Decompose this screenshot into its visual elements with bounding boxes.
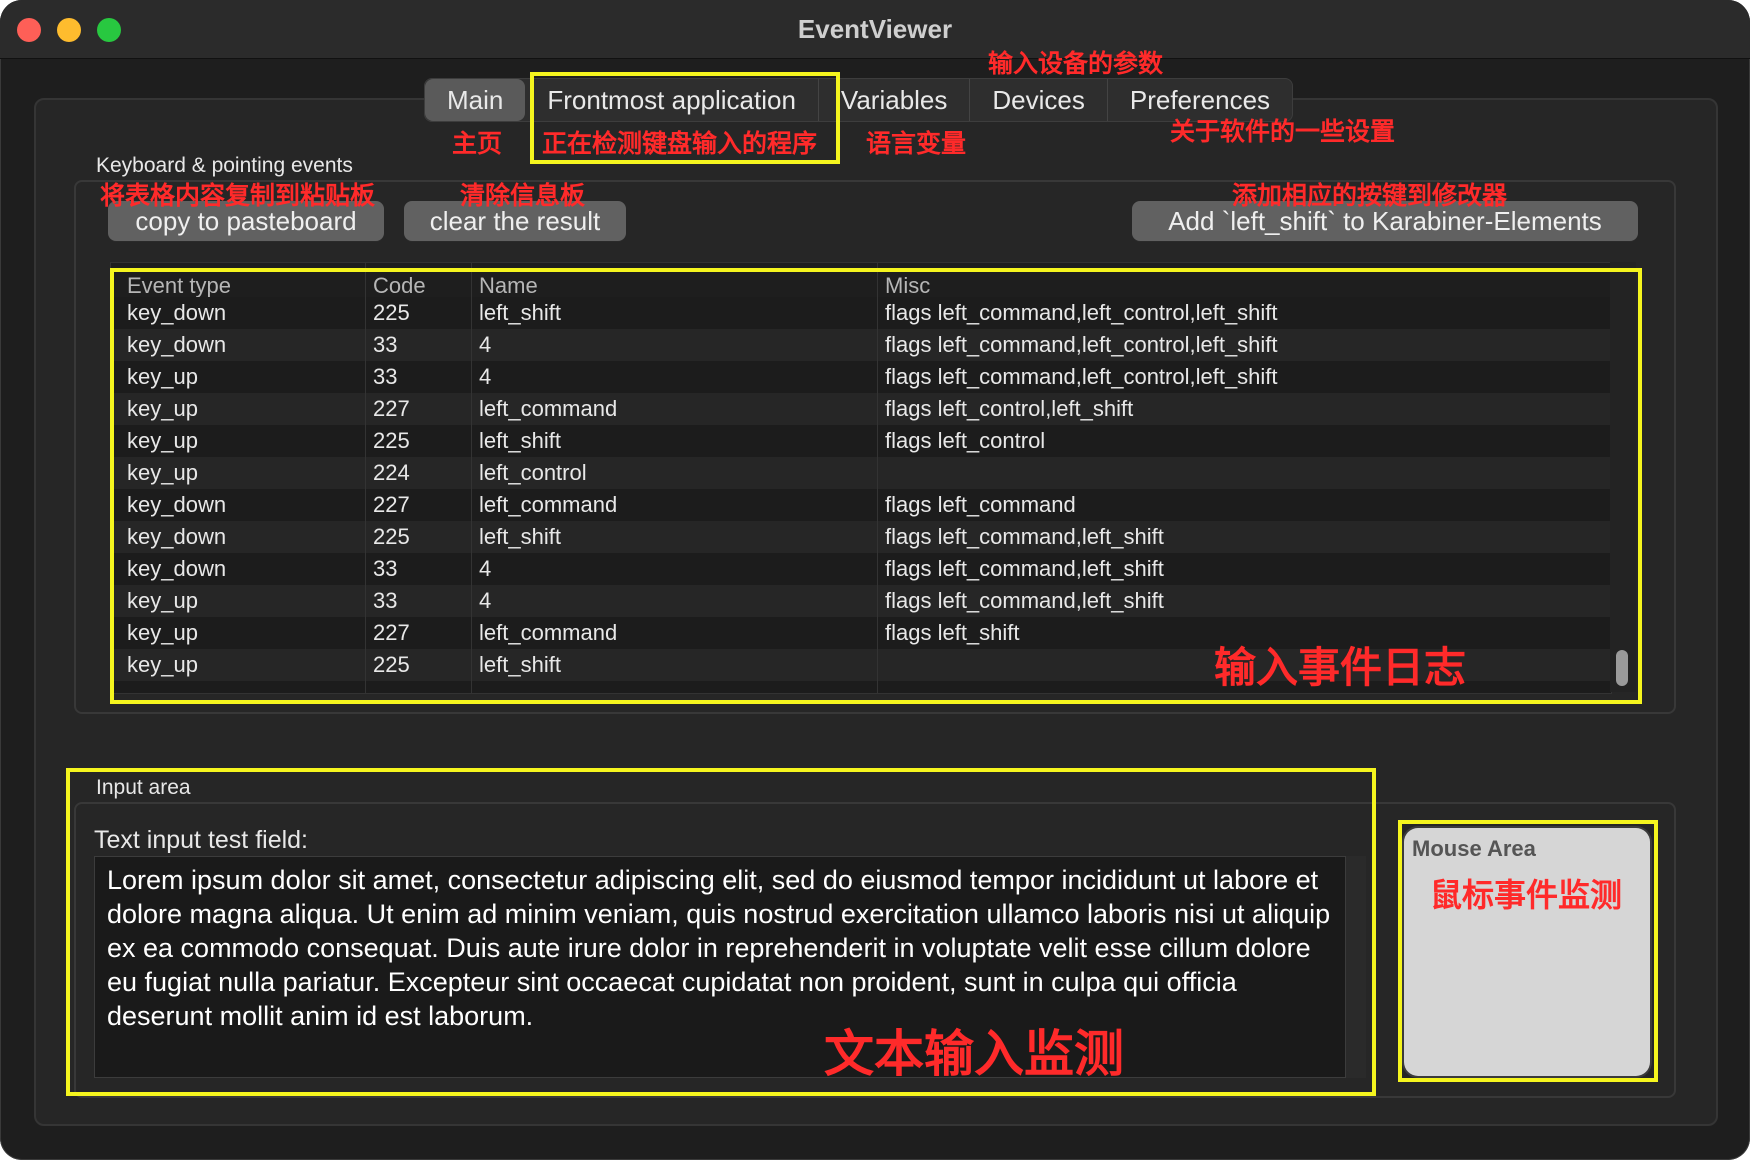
title-bar: EventViewer — [0, 0, 1750, 59]
annotation-variables: 语言变量 — [866, 130, 967, 158]
annotation-event-log: 输入事件日志 — [1214, 644, 1467, 691]
annotation-main: 主页 — [452, 130, 503, 158]
annotation-devices: 输入设备的参数 — [988, 50, 1164, 78]
keyboard-events-group-label: Keyboard & pointing events — [96, 154, 353, 177]
highlight-text-input — [66, 768, 1376, 1096]
highlight-mouse-area — [1398, 820, 1658, 1082]
annotation-text-input: 文本输入监测 — [824, 1026, 1124, 1082]
annotation-clear: 清除信息板 — [460, 182, 586, 210]
window-title: EventViewer — [797, 14, 953, 44]
tab-devices[interactable]: Devices — [969, 79, 1106, 121]
tab-main[interactable]: Main — [425, 79, 526, 121]
annotation-mouse-area: 鼠标事件监测 — [1430, 877, 1623, 913]
tab-variables[interactable]: Variables — [817, 79, 969, 121]
annotation-add: 添加相应的按键到修改器 — [1232, 182, 1508, 210]
annotation-preferences: 关于软件的一些设置 — [1170, 118, 1396, 146]
annotation-copy: 将表格内容复制到粘贴板 — [100, 182, 376, 210]
app-window: EventViewer Main Frontmost application V… — [0, 0, 1750, 1160]
annotation-frontmost: 正在检测键盘输入的程序 — [542, 130, 818, 158]
